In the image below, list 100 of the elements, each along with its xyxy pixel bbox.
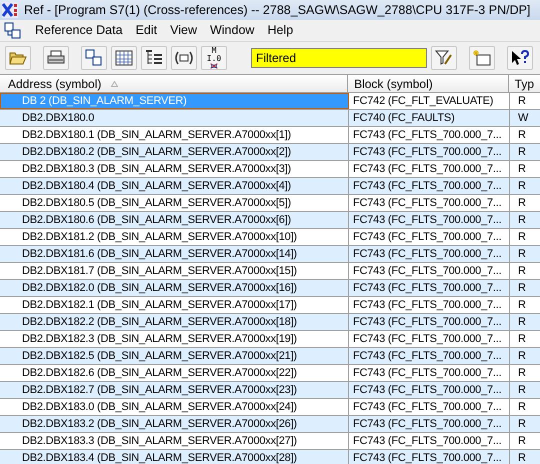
table-cell: FC743 (FC_FLTS_700.000_7... [349, 399, 510, 415]
table-cell-text: R [517, 162, 527, 177]
table-cell: FC743 (FC_FLTS_700.000_7... [349, 365, 510, 381]
table-row[interactable]: DB2.DBX180.0 FC740 (FC_FAULTS) W [0, 110, 540, 127]
table-row[interactable]: DB2.DBX183.2 (DB_SIN_ALARM_SERVER.A7000xx[26]) FC743 (FC_FLTS_700.000_7... R [0, 416, 540, 433]
table-row[interactable]: DB2.DBX180.1 (DB_SIN_ALARM_SERVER.A7000xx[1]) FC743 (FC_FLTS_700.000_7... R [0, 127, 540, 144]
table-cell: DB2.DBX183.0 (DB_SIN_ALARM_SERVER.A7000xx[24]) [0, 399, 349, 415]
table-row[interactable]: DB2.DBX181.6 (DB_SIN_ALARM_SERVER.A7000xx[14]) FC743 (FC_FLTS_700.000_7... R [0, 246, 540, 263]
table-cell: FC743 (FC_FLTS_700.000_7... [349, 416, 510, 432]
table-cell: DB2.DBX180.3 (DB_SIN_ALARM_SERVER.A7000xx[3]) [0, 161, 349, 177]
table-cell-text: R [517, 144, 527, 160]
table-cell: DB2.DBX183.2 (DB_SIN_ALARM_SERVER.A7000xx[26]) [0, 416, 349, 432]
table-cell-text: R [517, 450, 527, 464]
table-row[interactable]: DB2.DBX180.5 (DB_SIN_ALARM_SERVER.A7000xx[5]) FC743 (FC_FLTS_700.000_7... R [0, 195, 540, 212]
table-cell: DB2.DBX181.2 (DB_SIN_ALARM_SERVER.A7000xx[10]) [0, 229, 349, 245]
table-cell-text: R [517, 264, 527, 279]
table-cell-text: R [517, 298, 527, 313]
table-cell-text: R [517, 416, 527, 432]
table-cell: FC743 (FC_FLTS_700.000_7... [349, 314, 510, 330]
tree-list-icon[interactable] [141, 46, 167, 70]
open-folder-icon[interactable] [5, 46, 31, 70]
table-cell: FC743 (FC_FLTS_700.000_7... [349, 263, 510, 279]
new-window-icon[interactable] [469, 46, 495, 70]
table-cell: DB2.DBX180.5 (DB_SIN_ALARM_SERVER.A7000xx[5]) [0, 195, 349, 211]
table-cell-text: R [517, 434, 527, 449]
table-cell: DB2.DBX182.7 (DB_SIN_ALARM_SERVER.A7000xx[23]) [0, 382, 349, 398]
table-row[interactable]: DB 2 (DB_SIN_ALARM_SERVER) FC742 (FC_FLT_EVALUATE) R [0, 93, 540, 110]
table-cell: FC742 (FC_FLT_EVALUATE) [349, 93, 510, 109]
table-row[interactable]: DB2.DBX181.7 (DB_SIN_ALARM_SERVER.A7000xx[15]) FC743 (FC_FLTS_700.000_7... R [0, 263, 540, 280]
table-cell: DB2.DBX180.0 [0, 110, 349, 126]
table-cell: DB2.DBX180.4 (DB_SIN_ALARM_SERVER.A7000xx[4]) [0, 178, 349, 194]
print-icon[interactable] [43, 46, 69, 70]
table-row[interactable]: DB2.DBX180.3 (DB_SIN_ALARM_SERVER.A7000xx[3]) FC743 (FC_FLTS_700.000_7... R [0, 161, 540, 178]
table-cell: DB2.DBX182.6 (DB_SIN_ALARM_SERVER.A7000xx[22]) [0, 365, 349, 381]
table-row[interactable]: DB2.DBX182.5 (DB_SIN_ALARM_SERVER.A7000xx[21]) FC743 (FC_FLTS_700.000_7... R [0, 348, 540, 365]
linked-windows-icon [4, 22, 22, 40]
table-row[interactable]: DB2.DBX180.4 (DB_SIN_ALARM_SERVER.A7000xx[4]) FC743 (FC_FLTS_700.000_7... R [0, 178, 540, 195]
parentheses-icon[interactable] [171, 46, 197, 70]
menu-item[interactable]: View [170, 21, 197, 40]
table-cell: DB2.DBX182.3 (DB_SIN_ALARM_SERVER.A7000xx[19]) [0, 331, 349, 347]
table-cell: FC743 (FC_FLTS_700.000_7... [349, 144, 510, 160]
table-cell: FC743 (FC_FLTS_700.000_7... [349, 195, 510, 211]
table-cell-text: R [517, 348, 527, 364]
table-cell: FC743 (FC_FLTS_700.000_7... [349, 127, 510, 143]
table-cell: DB2.DBX182.1 (DB_SIN_ALARM_SERVER.A7000xx[17]) [0, 297, 349, 313]
table-cell-text: R [517, 230, 527, 245]
table-cell-text: R [517, 178, 527, 194]
table-row[interactable]: DB2.DBX180.6 (DB_SIN_ALARM_SERVER.A7000xx[6]) FC743 (FC_FLTS_700.000_7... R [0, 212, 540, 229]
menu-item[interactable]: Edit [136, 21, 158, 40]
table-cell: FC743 (FC_FLTS_700.000_7... [349, 382, 510, 398]
table-cell: FC743 (FC_FLTS_700.000_7... [349, 297, 510, 313]
table-row[interactable]: DB2.DBX181.2 (DB_SIN_ALARM_SERVER.A7000xx[10]) FC743 (FC_FLTS_700.000_7... R [0, 229, 540, 246]
table-cell: FC743 (FC_FLTS_700.000_7... [349, 161, 510, 177]
table-cell-text: R [517, 382, 527, 398]
table-row[interactable]: DB2.DBX182.1 (DB_SIN_ALARM_SERVER.A7000xx[17]) FC743 (FC_FLTS_700.000_7... R [0, 297, 540, 314]
table-cell: FC743 (FC_FLTS_700.000_7... [349, 433, 510, 449]
table-cell: DB2.DBX182.2 (DB_SIN_ALARM_SERVER.A7000xx[18]) [0, 314, 349, 330]
table-row[interactable]: DB2.DBX183.4 (DB_SIN_ALARM_SERVER.A7000xx[28]) FC743 (FC_FLTS_700.000_7... R [0, 450, 540, 464]
column-header[interactable]: Block (symbol) [348, 75, 509, 92]
grid-icon[interactable] [111, 46, 137, 70]
table-cell: DB2.DBX182.5 (DB_SIN_ALARM_SERVER.A7000xx[21]) [0, 348, 349, 364]
table-cell-text: R [517, 314, 527, 330]
table-cell-text: R [517, 246, 527, 262]
table-cell: FC743 (FC_FLTS_700.000_7... [349, 348, 510, 364]
column-header[interactable]: Address (symbol) [0, 75, 348, 92]
filter-field[interactable]: Filtered [251, 48, 427, 68]
table-row[interactable]: DB2.DBX182.6 (DB_SIN_ALARM_SERVER.A7000xx[22]) FC743 (FC_FLTS_700.000_7... R [0, 365, 540, 382]
table-cell: FC743 (FC_FLTS_700.000_7... [349, 178, 510, 194]
table-cell: FC743 (FC_FLTS_700.000_7... [349, 450, 510, 464]
table-cell-text: R [517, 366, 527, 381]
table-row[interactable]: DB2.DBX182.7 (DB_SIN_ALARM_SERVER.A7000xx[23]) FC743 (FC_FLTS_700.000_7... R [0, 382, 540, 399]
table-row[interactable]: DB2.DBX180.2 (DB_SIN_ALARM_SERVER.A7000xx[2]) FC743 (FC_FLTS_700.000_7... R [0, 144, 540, 161]
table-cell: DB2.DBX180.6 (DB_SIN_ALARM_SERVER.A7000xx[6]) [0, 212, 349, 228]
table-cell-text: R [517, 128, 527, 143]
table-cell: FC743 (FC_FLTS_700.000_7... [349, 246, 510, 262]
menu-item[interactable]: Help [267, 21, 294, 40]
cross-icon [2, 2, 18, 18]
table-cell-text: R [517, 94, 527, 109]
table-cell: DB 2 (DB_SIN_ALARM_SERVER) [0, 93, 349, 109]
column-header[interactable]: Typ [508, 75, 540, 92]
linked-windows-icon[interactable] [81, 46, 107, 70]
menu-item[interactable]: Window [210, 21, 254, 40]
table-cell-text: R [517, 212, 527, 228]
table-row[interactable]: DB2.DBX183.3 (DB_SIN_ALARM_SERVER.A7000xx[27]) FC743 (FC_FLTS_700.000_7... R [0, 433, 540, 450]
table-row[interactable]: DB2.DBX182.2 (DB_SIN_ALARM_SERVER.A7000xx[18]) FC743 (FC_FLTS_700.000_7... R [0, 314, 540, 331]
table-cell-text: R [517, 400, 527, 415]
menu-item[interactable]: Reference Data [35, 21, 123, 40]
table-row[interactable]: DB2.DBX183.0 (DB_SIN_ALARM_SERVER.A7000xx[24]) FC743 (FC_FLTS_700.000_7... R [0, 399, 540, 416]
table-cell: DB2.DBX180.1 (DB_SIN_ALARM_SERVER.A7000xx[1]) [0, 127, 349, 143]
table-cell-text: W [517, 110, 530, 126]
table-row[interactable]: DB2.DBX182.0 (DB_SIN_ALARM_SERVER.A7000xx[16]) FC743 (FC_FLTS_700.000_7... R [0, 280, 540, 297]
table-cell-text: R [517, 196, 527, 211]
filter-edit-icon[interactable] [431, 46, 457, 70]
table-cell: FC743 (FC_FLTS_700.000_7... [349, 229, 510, 245]
help-pointer-icon[interactable] [507, 46, 533, 70]
table-cell: FC743 (FC_FLTS_700.000_7... [349, 280, 510, 296]
bit-cross-icon[interactable]: M I.0 [201, 46, 227, 70]
table-cell: DB2.DBX181.7 (DB_SIN_ALARM_SERVER.A7000xx[15]) [0, 263, 349, 279]
table-row[interactable]: DB2.DBX182.3 (DB_SIN_ALARM_SERVER.A7000xx[19]) FC743 (FC_FLTS_700.000_7... R [0, 331, 540, 348]
table-cell-text: R [517, 332, 527, 347]
